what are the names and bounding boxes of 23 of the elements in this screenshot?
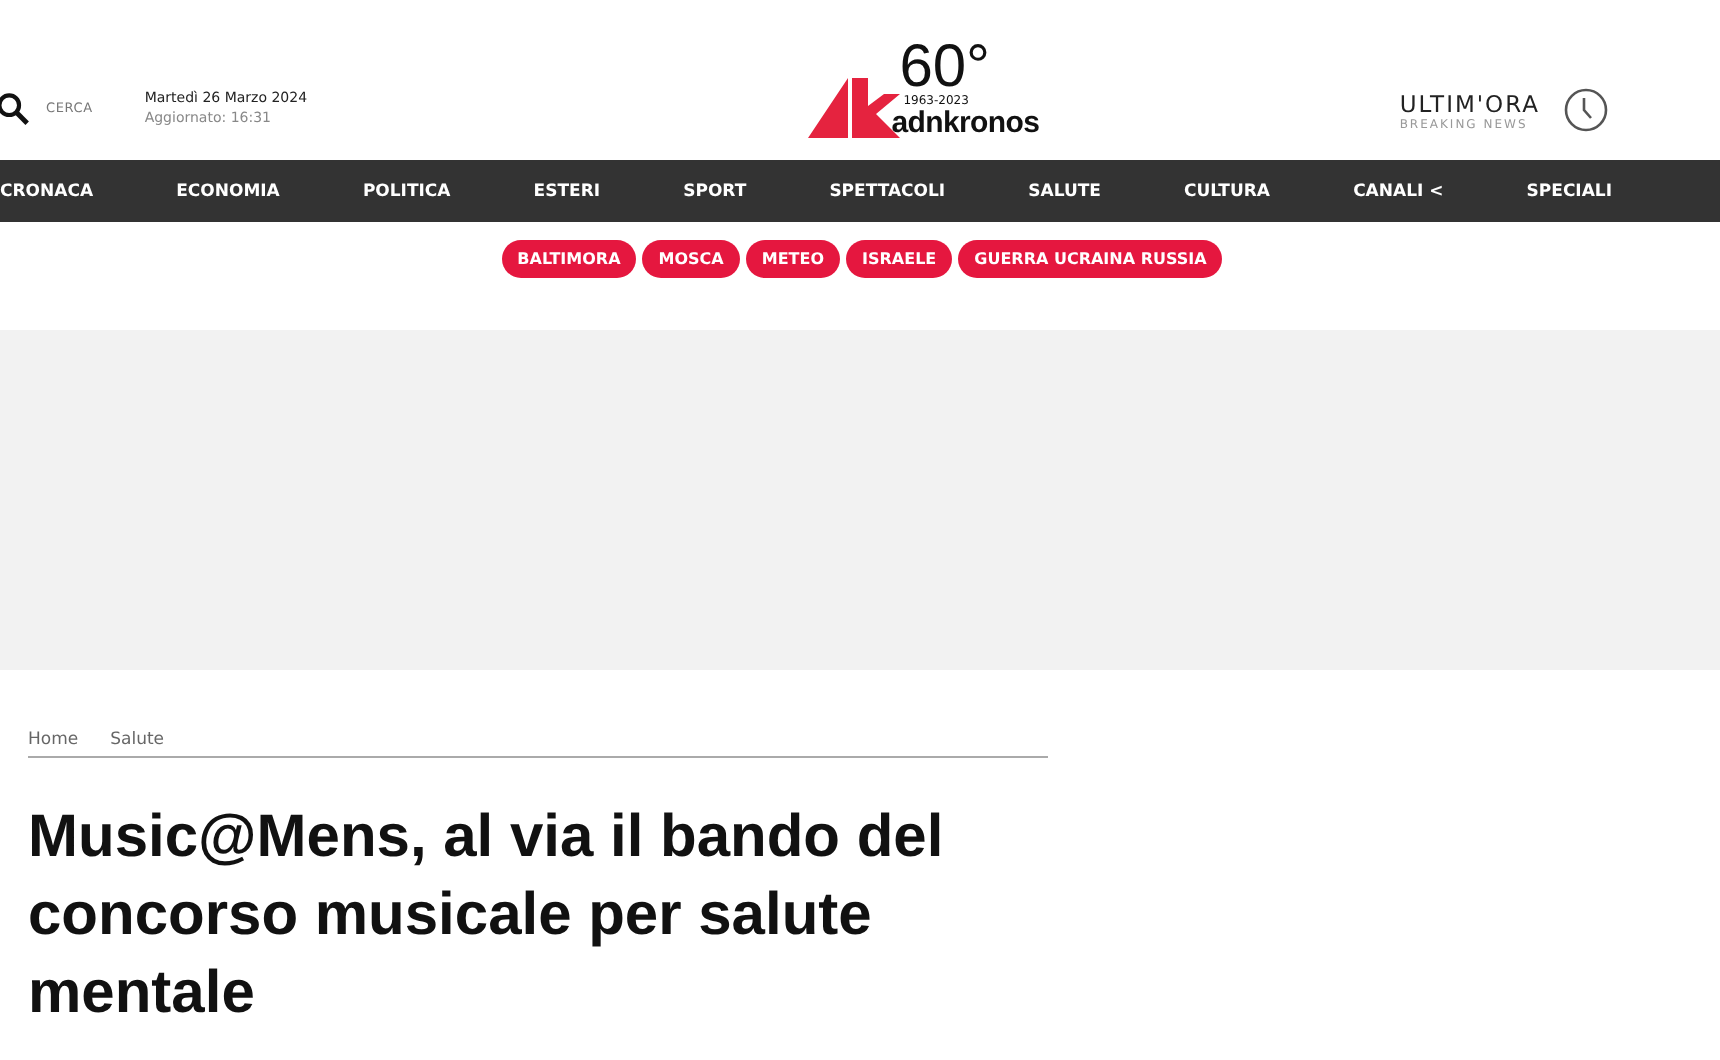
clock-icon[interactable] (1564, 88, 1608, 132)
nav-link[interactable]: SPETTACOLI (829, 181, 946, 201)
nav-link[interactable]: ESTERI (533, 181, 601, 201)
tag-pill[interactable]: MOSCA (642, 240, 740, 278)
nav-link[interactable]: SALUTE (1028, 181, 1101, 201)
tag-pill[interactable]: ISRAELE (846, 240, 953, 278)
search-icon[interactable] (0, 91, 30, 125)
tag-pill[interactable]: METEO (745, 240, 841, 278)
tag-pill[interactable]: BALTIMORA (501, 240, 637, 278)
nav-link[interactable]: SPORT (683, 181, 747, 201)
nav-link[interactable]: SPECIALI (1526, 181, 1612, 201)
article-title: Music@Mens, al via il bando del concorso musicale per salute mentale (28, 802, 946, 1030)
nav-link[interactable]: ECONOMIA (176, 181, 280, 201)
breaking-title[interactable]: ULTIM'ORA (1399, 89, 1540, 117)
nav-link[interactable]: POLITICA (362, 181, 451, 201)
nav-link[interactable]: CULTURA (1184, 181, 1271, 201)
breadcrumb-link[interactable]: Home (28, 730, 79, 750)
tag-pill[interactable]: GUERRA UCRAINA RUSSIA (958, 240, 1223, 278)
nav-link[interactable]: CRONACA (0, 181, 94, 201)
nav-link[interactable]: CANALI < (1353, 181, 1444, 201)
breadcrumb-link[interactable]: Salute (110, 730, 165, 750)
logo-brand: adnkronos (891, 108, 1040, 138)
logo-anniversary: 60° (899, 42, 993, 94)
